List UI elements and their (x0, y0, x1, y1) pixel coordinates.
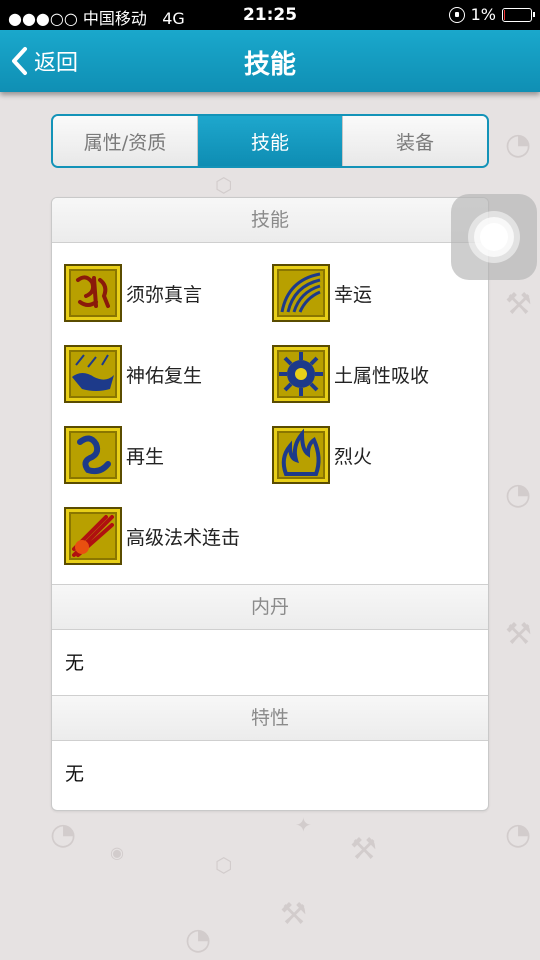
skill-item[interactable]: 幸运 (272, 263, 372, 323)
skill-item[interactable]: 烈火 (272, 425, 372, 485)
regen-creature-icon (64, 426, 122, 484)
skill-label: 烈火 (334, 445, 373, 468)
page-title: 技能 (243, 50, 296, 80)
skill-item[interactable]: 高级法术连击 (64, 506, 240, 566)
background-doodle-icon: ⚒ (350, 832, 377, 867)
tab-attributes[interactable]: 属性/资质 (53, 116, 198, 166)
skill-label: 土属性吸收 (334, 364, 430, 387)
tab-bar: 属性/资质 技能 装备 (51, 114, 489, 168)
background-doodle-icon: ◉ (110, 843, 124, 862)
background-doodle-icon: ⚒ (505, 617, 532, 652)
rebirth-beast-icon (64, 345, 122, 403)
battery-icon (502, 7, 535, 22)
status-right: 1% (448, 5, 535, 24)
flame-icon (272, 426, 330, 484)
navigation-bar: 返回 技能 (0, 30, 540, 92)
skill-label: 高级法术连击 (126, 526, 241, 549)
traits-value: 无 (65, 763, 85, 785)
skill-label: 幸运 (334, 283, 373, 306)
skill-item[interactable]: 再生 (64, 425, 164, 485)
skill-label: 神佑复生 (126, 364, 203, 387)
background-doodle-icon: ⚒ (505, 287, 532, 322)
battery-fill (504, 9, 505, 20)
background-doodle-icon: ✦ (295, 813, 312, 837)
skill-grid: 须弥真言 幸运 神佑复生 土属性吸收 再生 烈火 高级法术连击 (52, 243, 488, 585)
spell-combo-icon (64, 507, 122, 565)
section-header-traits: 特性 (52, 696, 488, 741)
skill-label: 须弥真言 (126, 283, 203, 306)
background-doodle-icon: ⬡ (215, 853, 233, 877)
tab-skills[interactable]: 技能 (198, 116, 343, 166)
background-doodle-icon: ◔ (50, 817, 77, 852)
background-doodle-icon: ⬡ (215, 173, 233, 197)
background-doodle-icon: ◔ (505, 477, 532, 512)
skill-item[interactable]: 神佑复生 (64, 344, 202, 404)
section-header-skills: 技能 (52, 198, 488, 243)
background-doodle-icon: ◔ (185, 922, 212, 957)
background-doodle-icon: ◔ (505, 817, 532, 852)
info-card: 技能 须弥真言 幸运 神佑复生 土属性吸收 再生 烈火 高级法术连击 内丹 无 … (51, 197, 489, 811)
section-header-neidan: 内丹 (52, 585, 488, 630)
assistive-ring-inner (480, 223, 508, 251)
sanskrit-rune-icon (64, 264, 122, 322)
background-doodle-icon: ⚒ (280, 897, 307, 932)
neidan-value: 无 (52, 630, 488, 696)
status-bar: ●●●○○ 中国移动 4G 21:25 1% (0, 0, 540, 30)
earth-gear-icon (272, 345, 330, 403)
rainbow-arc-icon (272, 264, 330, 322)
skill-label: 再生 (126, 445, 165, 468)
skill-item[interactable]: 土属性吸收 (272, 344, 429, 404)
skill-item[interactable]: 须弥真言 (64, 263, 202, 323)
tab-equipment[interactable]: 装备 (343, 116, 487, 166)
assistive-touch-button[interactable] (451, 194, 537, 280)
rotation-lock-icon (448, 6, 465, 23)
battery-percent: 1% (470, 5, 496, 24)
background-doodle-icon: ◔ (505, 127, 532, 162)
